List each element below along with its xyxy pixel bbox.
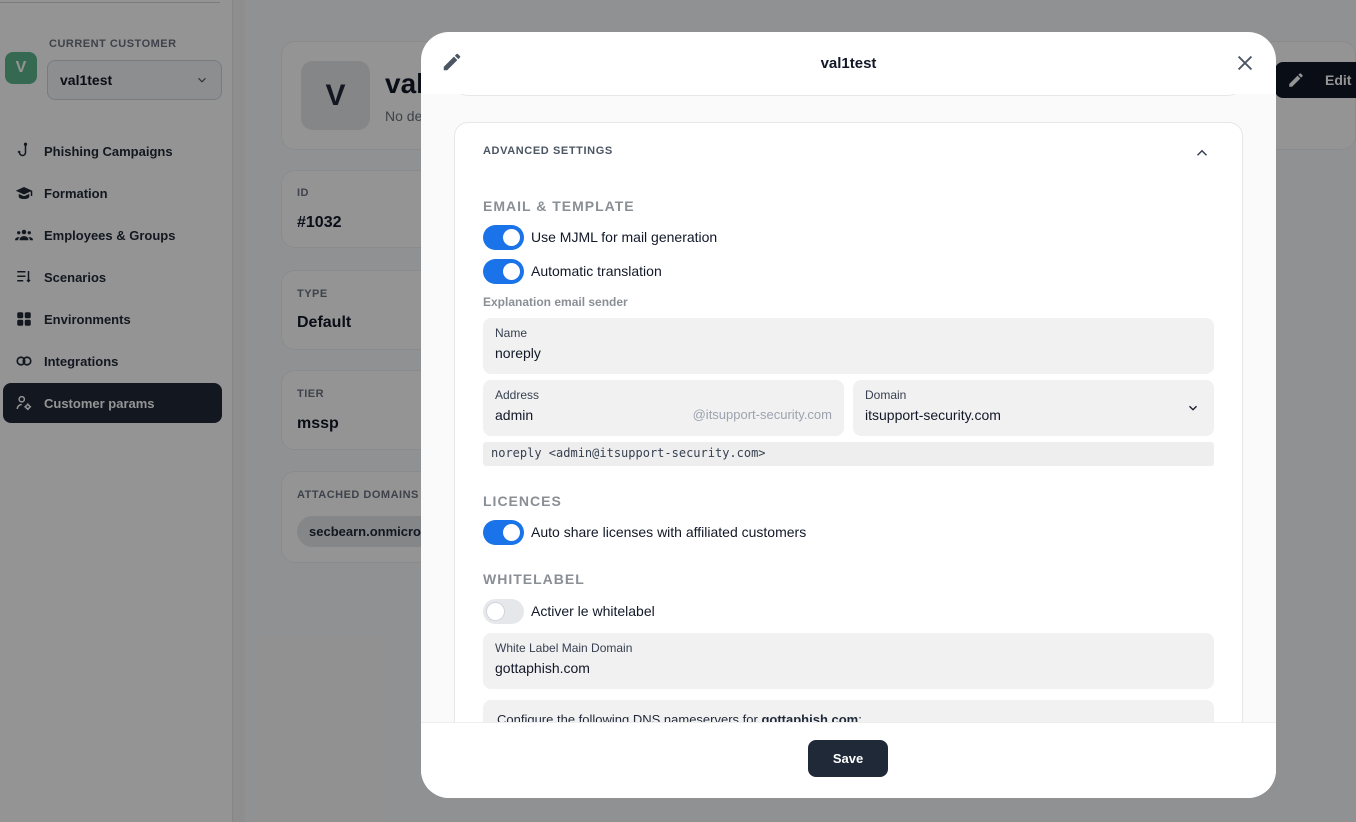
sender-preview: noreply <admin@itsupport-security.com> xyxy=(483,442,1214,466)
modal-header: val1test xyxy=(421,32,1276,94)
sender-address-label: Address xyxy=(495,388,540,402)
chevron-down-icon xyxy=(1189,405,1197,411)
licences-heading: LICENCES xyxy=(483,493,562,509)
mjml-toggle[interactable] xyxy=(483,224,524,250)
pencil-icon xyxy=(443,53,461,71)
auto-share-toggle[interactable] xyxy=(483,519,524,545)
whitelabel-domain-label: White Label Main Domain xyxy=(495,641,633,655)
mjml-toggle-label: Use MJML for mail generation xyxy=(531,229,718,245)
dns-instructions-suffix: : xyxy=(858,712,862,722)
modal-body[interactable]: ADVANCED SETTINGS EMAIL & TEMPLATE Use M… xyxy=(421,94,1276,722)
whitelabel-toggle-row: Activer le whitelabel xyxy=(483,598,655,624)
auto-share-toggle-label: Auto share licenses with affiliated cust… xyxy=(531,524,807,540)
translation-toggle[interactable] xyxy=(483,258,524,284)
translation-toggle-row: Automatic translation xyxy=(483,258,662,284)
save-button[interactable]: Save xyxy=(808,740,888,777)
explanation-sender-label: Explanation email sender xyxy=(483,295,628,309)
close-icon[interactable] xyxy=(1234,52,1256,74)
whitelabel-domain-value: gottaphish.com xyxy=(495,660,590,676)
whitelabel-toggle[interactable] xyxy=(483,598,524,624)
previous-section-card xyxy=(454,94,1242,96)
translation-toggle-label: Automatic translation xyxy=(531,263,662,279)
sender-domain-value: itsupport-security.com xyxy=(865,407,1001,423)
whitelabel-domain-field[interactable]: White Label Main Domain gottaphish.com xyxy=(483,633,1214,689)
sender-domain-select[interactable]: Domain itsupport-security.com xyxy=(853,380,1214,436)
dns-instructions: Configure the following DNS nameservers … xyxy=(483,700,1214,722)
sender-name-field[interactable]: Name noreply xyxy=(483,318,1214,374)
whitelabel-toggle-label: Activer le whitelabel xyxy=(531,603,655,619)
sender-address-value: admin xyxy=(495,407,534,423)
customer-settings-modal: val1test ADVANCED SETTINGS EMAIL & TEMPL… xyxy=(421,32,1276,798)
mjml-toggle-row: Use MJML for mail generation xyxy=(483,224,717,250)
modal-title: val1test xyxy=(820,54,877,72)
chevron-up-icon[interactable] xyxy=(1193,144,1211,162)
modal-footer: Save xyxy=(421,722,1276,798)
advanced-settings-title: ADVANCED SETTINGS xyxy=(483,145,613,157)
sender-address-suffix: @itsupport-security.com xyxy=(692,407,832,422)
dns-domain: gottaphish.com xyxy=(761,712,859,722)
whitelabel-heading: WHITELABEL xyxy=(483,571,585,587)
dns-instructions-text: Configure the following DNS nameservers … xyxy=(497,712,762,722)
email-template-heading: EMAIL & TEMPLATE xyxy=(483,198,635,214)
advanced-settings-card: ADVANCED SETTINGS EMAIL & TEMPLATE Use M… xyxy=(454,122,1243,722)
sender-name-value: noreply xyxy=(495,345,541,361)
sender-address-field[interactable]: Address admin @itsupport-security.com xyxy=(483,380,844,436)
sender-name-label: Name xyxy=(495,326,528,340)
sender-domain-label: Domain xyxy=(865,388,907,402)
auto-share-toggle-row: Auto share licenses with affiliated cust… xyxy=(483,519,806,545)
